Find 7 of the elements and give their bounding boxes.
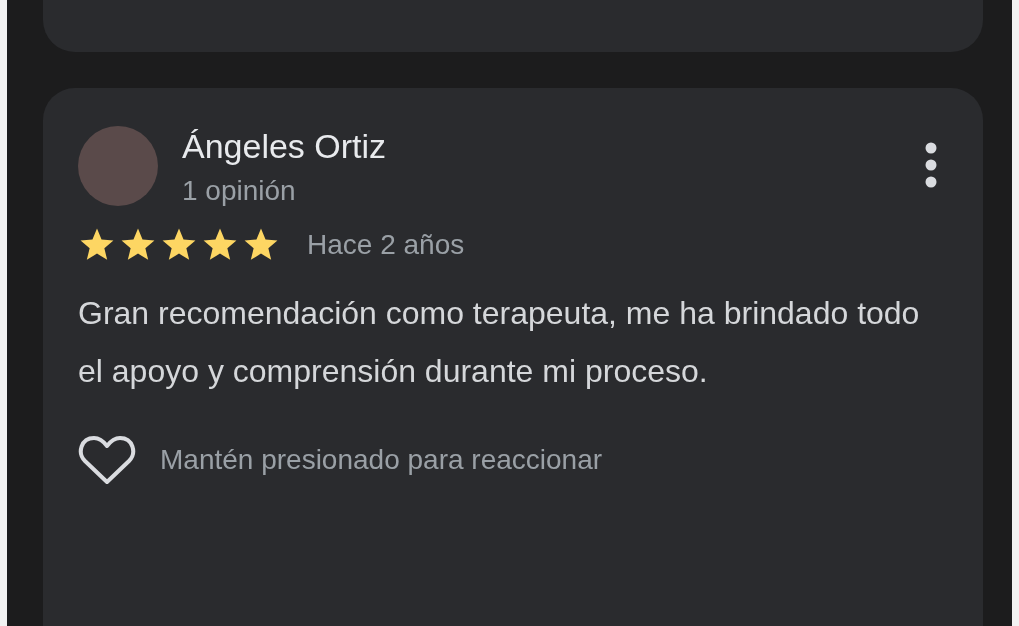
reaction-hint: Mantén presionado para reaccionar — [160, 443, 603, 477]
author-name[interactable]: Ángeles Ortiz — [182, 126, 915, 166]
heart-icon[interactable] — [78, 434, 136, 486]
review-text: Gran recomendación como terapeuta, me ha brindado todo el apoyo y comprensión durante mi proceso. — [78, 294, 921, 391]
review-date: Hace 2 años — [307, 228, 465, 262]
more-options-icon — [925, 142, 937, 188]
review-count: 1 opinión — [182, 174, 297, 208]
